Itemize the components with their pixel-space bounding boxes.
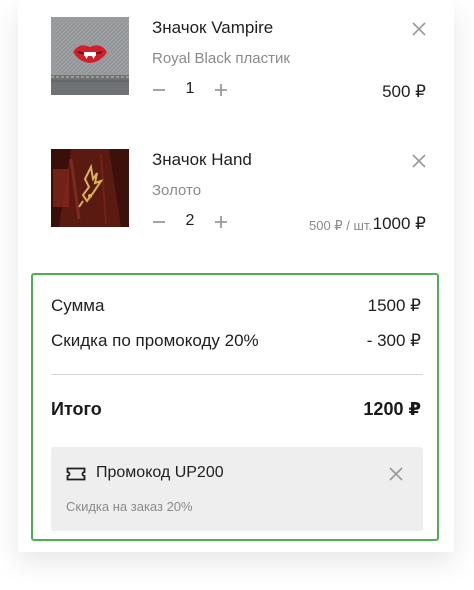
minus-icon [153,221,165,223]
cart-card: Значок Vampire Royal Black пластик 1 500… [18,0,454,552]
plus-icon [215,84,227,96]
plus-icon [215,216,227,228]
ticket-icon [66,467,86,481]
quantity-stepper: 1 [152,80,232,102]
item-title[interactable]: Значок Vampire [152,18,273,38]
item-price: 500 ₽ [382,82,426,101]
remove-promo-button[interactable] [388,466,404,482]
item-variant: Royal Black пластик [152,50,290,67]
subtotal-value: 1500 ₽ [367,296,421,315]
quantity-value: 1 [185,80,195,97]
minus-icon [153,89,165,91]
total-value: 1200 ₽ [363,399,421,419]
cart-item: Значок Hand Золото 2 500 ₽ / шт. 1000 ₽ [18,132,454,233]
decrease-quantity-button[interactable] [152,215,166,229]
total-label: Итого [51,399,102,419]
cart-item: Значок Vampire Royal Black пластик 1 500… [18,0,454,101]
discount-row: Скидка по промокоду 20% - 300 ₽ [51,331,421,355]
close-icon [389,467,403,481]
unit-price: 500 ₽ / шт. [309,218,372,233]
item-price: 1000 ₽ [372,214,426,233]
increase-quantity-button[interactable] [214,215,228,229]
subtotal-row: Сумма 1500 ₽ [51,296,421,320]
increase-quantity-button[interactable] [214,83,228,97]
promo-code-box: Промокод UP200 Скидка на заказ 20% [51,447,423,531]
product-image-vampire-pin[interactable] [51,17,129,95]
close-icon [412,154,426,168]
quantity-value: 2 [185,212,195,229]
discount-value: - 300 ₽ [366,331,421,350]
item-variant: Золото [152,182,202,199]
discount-label: Скидка по промокоду 20% [51,331,259,350]
item-title[interactable]: Значок Hand [152,150,252,170]
quantity-stepper: 2 [152,212,232,234]
order-summary: Сумма 1500 ₽ Скидка по промокоду 20% - 3… [31,273,439,541]
remove-item-button[interactable] [410,20,428,38]
promo-code-label: Промокод UP200 [96,464,224,481]
decrease-quantity-button[interactable] [152,83,166,97]
total-row: Итого 1200 ₽ [51,399,421,425]
close-icon [412,22,426,36]
product-image-hand-pin[interactable] [51,149,129,227]
promo-description: Скидка на заказ 20% [66,499,193,514]
subtotal-label: Сумма [51,296,105,315]
divider [51,374,423,375]
remove-item-button[interactable] [410,152,428,170]
